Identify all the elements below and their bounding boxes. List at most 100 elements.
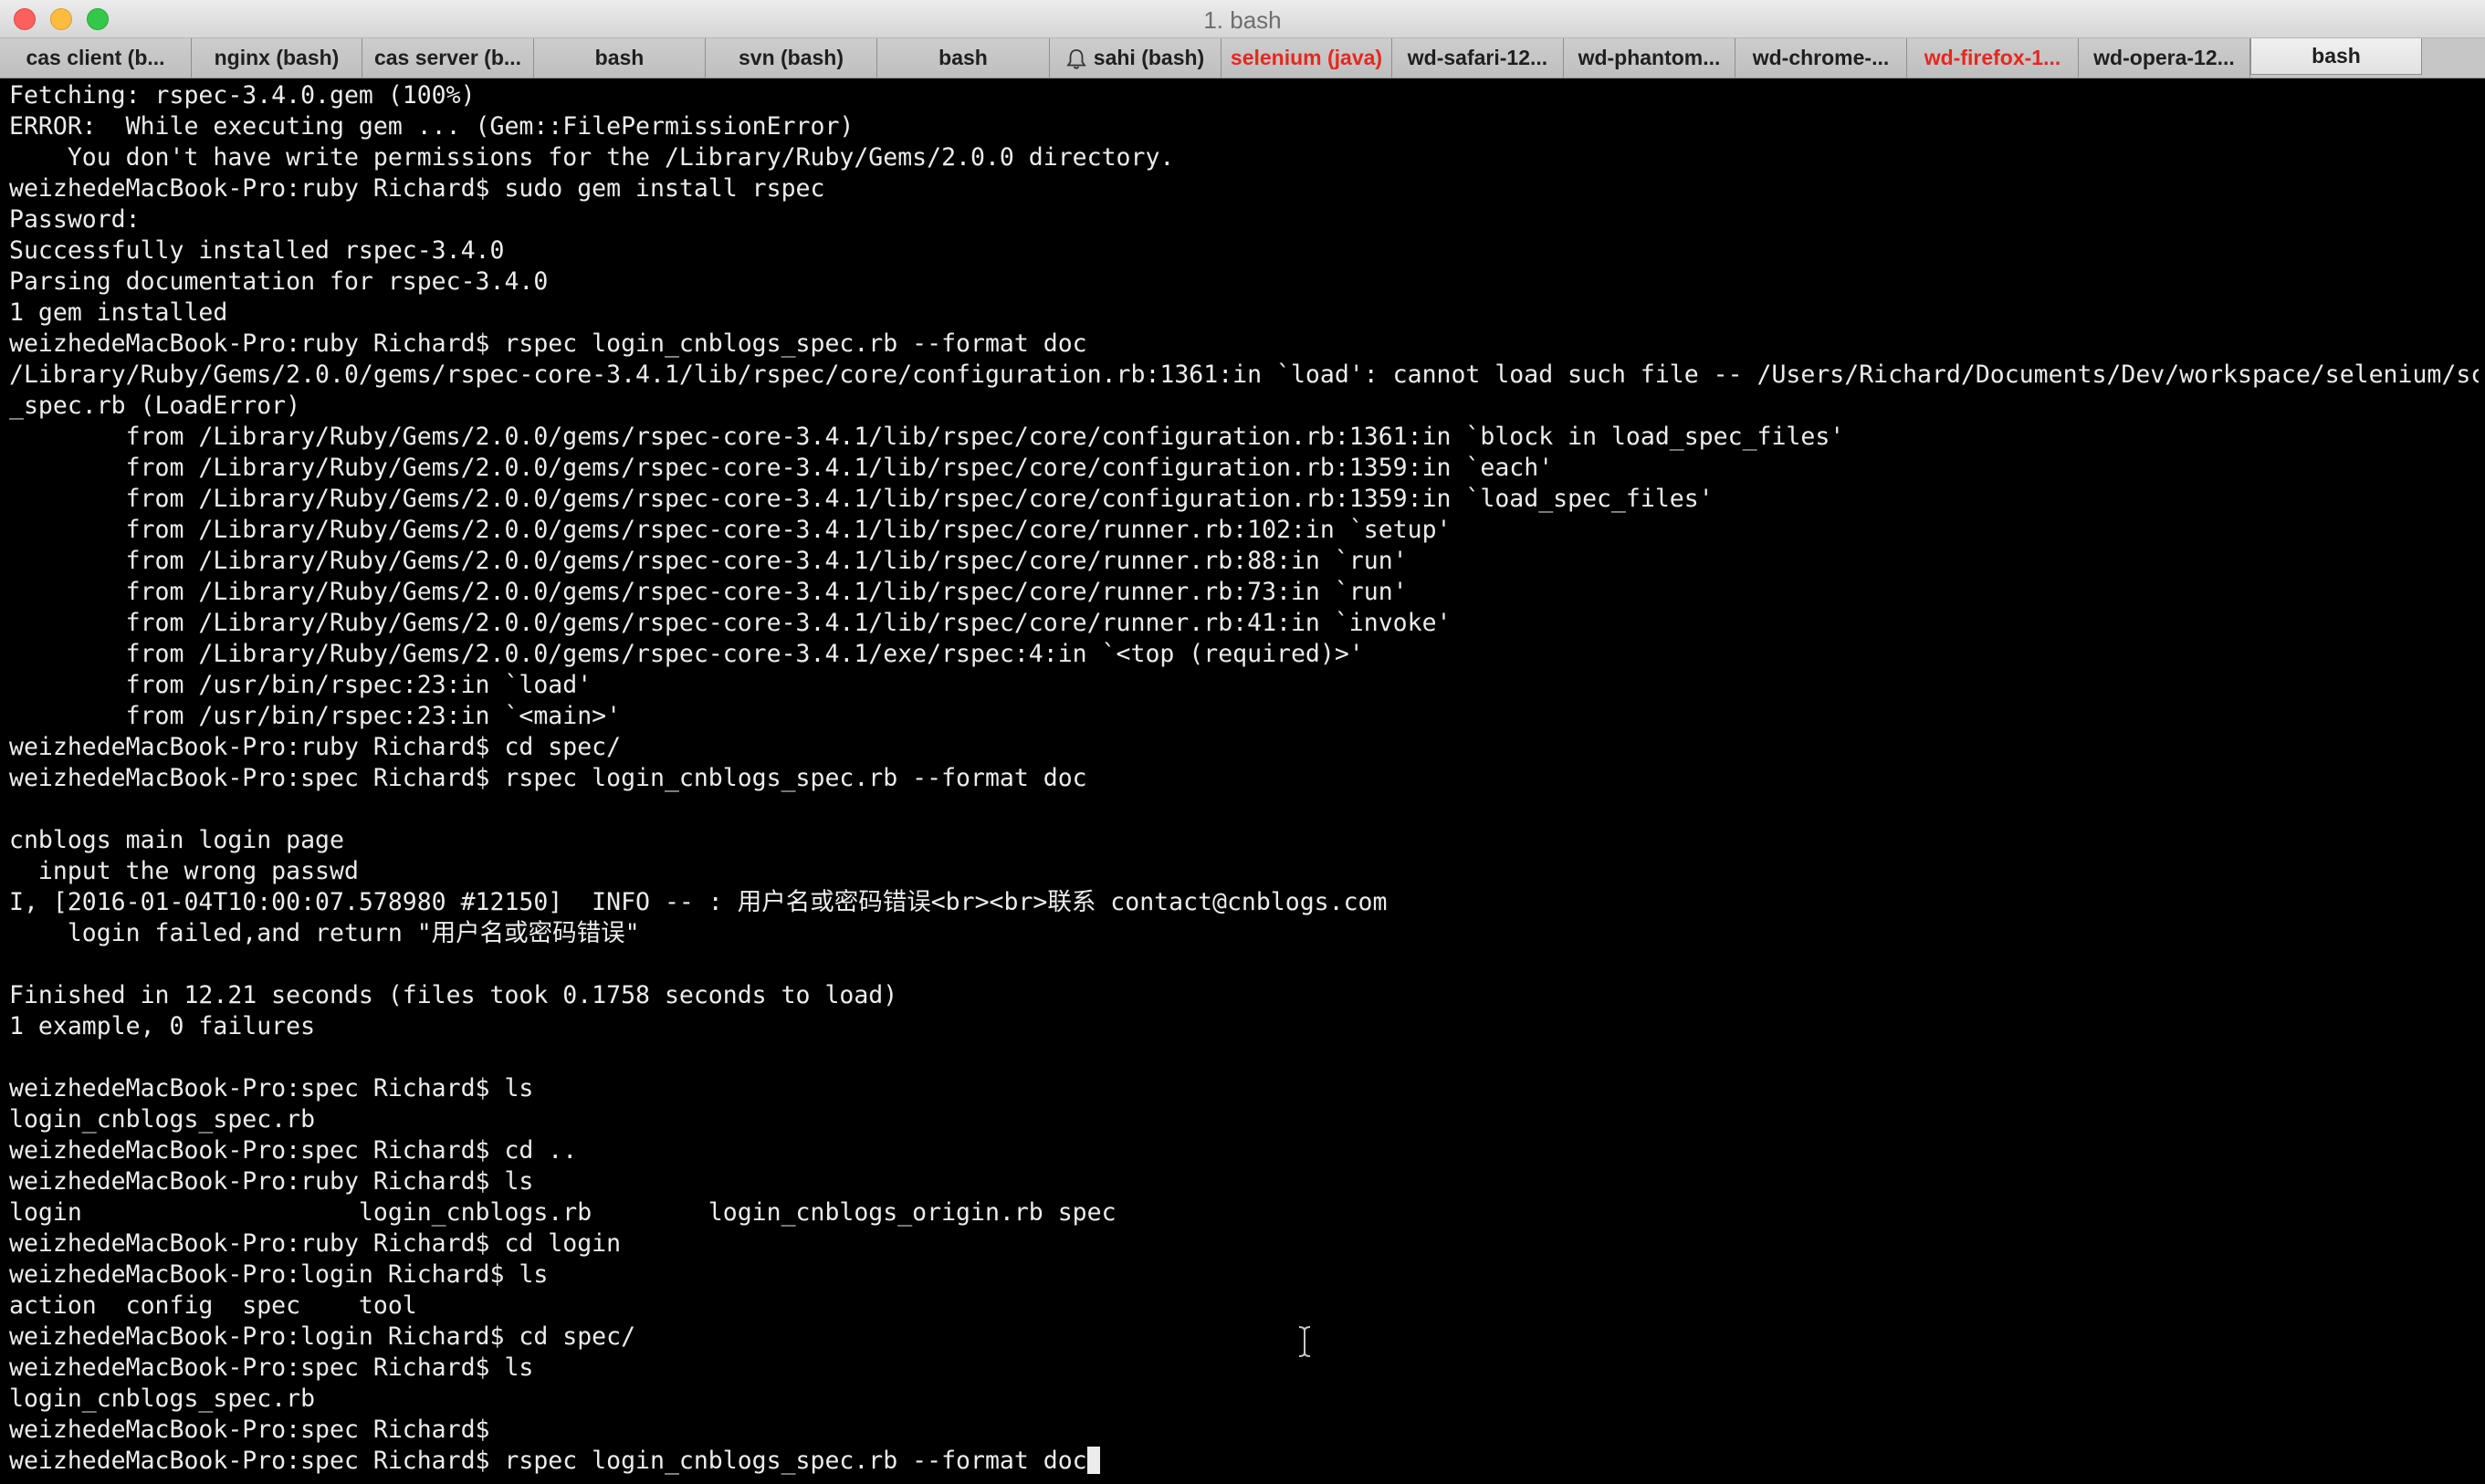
terminal-line-text: _spec.rb (LoadError) [9, 392, 301, 420]
tab-label: wd-chrome-... [1752, 46, 1890, 69]
terminal-line: from /Library/Ruby/Gems/2.0.0/gems/rspec… [9, 484, 2479, 515]
tab-label: wd-firefox-1... [1924, 46, 2061, 69]
terminal-line-text: weizhedeMacBook-Pro:spec Richard$ [9, 1416, 505, 1444]
terminal-line: ERROR: While executing gem ... (Gem::Fil… [9, 111, 2479, 142]
terminal-line: weizhedeMacBook-Pro:ruby Richard$ rspec … [9, 329, 2479, 360]
terminal-line-text: from /Library/Ruby/Gems/2.0.0/gems/rspec… [9, 485, 1714, 513]
tab-bash-2[interactable]: bash [877, 38, 1050, 78]
terminal-line-text: weizhedeMacBook-Pro:spec Richard$ cd .. [9, 1136, 578, 1165]
terminal-line-text: 1 example, 0 failures [9, 1012, 316, 1040]
window-titlebar: 1. bash [0, 0, 2485, 38]
tab-wd-chrome[interactable]: wd-chrome-... [1735, 38, 1907, 78]
terminal-line: login_cnblogs_spec.rb [9, 1104, 2479, 1135]
terminal-line: weizhedeMacBook-Pro:ruby Richard$ sudo g… [9, 173, 2479, 204]
tab-bash-active[interactable]: bash [2250, 38, 2422, 75]
terminal-line-text: I, [2016-01-04T10:00:07.578980 #12150] I… [9, 888, 1388, 916]
tab-label: nginx (bash) [214, 46, 340, 69]
tab-wd-safari[interactable]: wd-safari-12... [1392, 38, 1564, 78]
text-cursor-icon [1298, 1326, 1311, 1357]
terminal-line: You don't have write permissions for the… [9, 142, 2479, 173]
tab-wd-firefox[interactable]: wd-firefox-1... [1907, 38, 2079, 78]
terminal-line-text: weizhedeMacBook-Pro:login Richard$ cd sp… [9, 1322, 636, 1351]
terminal-line: weizhedeMacBook-Pro:login Richard$ cd sp… [9, 1322, 2479, 1353]
terminal-line-text: Successfully installed rspec-3.4.0 [9, 236, 505, 265]
terminal-line: _spec.rb (LoadError) [9, 391, 2479, 422]
terminal-line-text: from /Library/Ruby/Gems/2.0.0/gems/rspec… [9, 609, 1452, 637]
tab-wd-opera[interactable]: wd-opera-12... [2079, 38, 2250, 78]
terminal-line: login_cnblogs_spec.rb [9, 1384, 2479, 1415]
terminal-line: /Library/Ruby/Gems/2.0.0/gems/rspec-core… [9, 360, 2479, 391]
terminal-line: 1 example, 0 failures [9, 1011, 2479, 1042]
terminal-line: login login_cnblogs.rb login_cnblogs_ori… [9, 1197, 2479, 1228]
tab-selenium[interactable]: selenium (java) [1222, 38, 1392, 78]
tab-label: sahi (bash) [1093, 46, 1205, 69]
tab-label: bash [938, 46, 988, 69]
tab-nginx[interactable]: nginx (bash) [192, 38, 362, 78]
tab-wd-phantom[interactable]: wd-phantom... [1564, 38, 1735, 78]
terminal-line-text: weizhedeMacBook-Pro:ruby Richard$ sudo g… [9, 174, 825, 203]
terminal-line-text: weizhedeMacBook-Pro:spec Richard$ ls [9, 1074, 534, 1103]
terminal-line-text: You don't have write permissions for the… [9, 143, 1175, 172]
terminal-line-text: from /Library/Ruby/Gems/2.0.0/gems/rspec… [9, 423, 1845, 451]
terminal-line: weizhedeMacBook-Pro:spec Richard$ cd .. [9, 1135, 2479, 1166]
terminal-line-text: from /Library/Ruby/Gems/2.0.0/gems/rspec… [9, 547, 1408, 575]
terminal-line: weizhedeMacBook-Pro:spec Richard$ ls [9, 1073, 2479, 1104]
terminal-line: from /usr/bin/rspec:23:in `load' [9, 670, 2479, 701]
terminal-line-text: from /Library/Ruby/Gems/2.0.0/gems/rspec… [9, 454, 1554, 482]
window-title: 1. bash [1203, 6, 1282, 34]
terminal-line-text: weizhedeMacBook-Pro:spec Richard$ rspec … [9, 764, 1087, 792]
terminal-line-text: cnblogs main login page [9, 826, 344, 854]
tab-label: bash [594, 46, 645, 69]
terminal-line-text: /Library/Ruby/Gems/2.0.0/gems/rspec-core… [9, 361, 2479, 389]
terminal-block-cursor [1086, 1447, 1100, 1474]
terminal-line-text: from /Library/Ruby/Gems/2.0.0/gems/rspec… [9, 640, 1364, 668]
terminal-line: I, [2016-01-04T10:00:07.578980 #12150] I… [9, 887, 2479, 918]
terminal-line-text: from /usr/bin/rspec:23:in `<main>' [9, 702, 622, 730]
terminal-line: from /Library/Ruby/Gems/2.0.0/gems/rspec… [9, 546, 2479, 577]
terminal-line: from /Library/Ruby/Gems/2.0.0/gems/rspec… [9, 515, 2479, 546]
terminal-line-text: weizhedeMacBook-Pro:spec Richard$ ls [9, 1353, 534, 1382]
terminal-line-text: login login_cnblogs.rb login_cnblogs_ori… [9, 1198, 1117, 1227]
terminal-line: login failed,and return "用户名或密码错误" [9, 918, 2479, 949]
terminal-line-text: weizhedeMacBook-Pro:ruby Richard$ ls [9, 1167, 534, 1196]
tab-bash-1[interactable]: bash [534, 38, 706, 78]
tab-svn[interactable]: svn (bash) [706, 38, 877, 78]
terminal-line-text: ERROR: While executing gem ... (Gem::Fil… [9, 112, 855, 141]
terminal-line-text: from /usr/bin/rspec:23:in `load' [9, 671, 592, 699]
terminal-line: Parsing documentation for rspec-3.4.0 [9, 266, 2479, 298]
terminal-line-text: weizhedeMacBook-Pro:ruby Richard$ cd log… [9, 1229, 622, 1258]
terminal-line: Password: [9, 204, 2479, 235]
terminal-line: from /Library/Ruby/Gems/2.0.0/gems/rspec… [9, 639, 2479, 670]
tab-label: svn (bash) [738, 46, 844, 69]
terminal-line: weizhedeMacBook-Pro:spec Richard$ ls [9, 1353, 2479, 1384]
terminal-line: from /Library/Ruby/Gems/2.0.0/gems/rspec… [9, 577, 2479, 608]
terminal-line: cnblogs main login page [9, 825, 2479, 856]
tab-label: wd-phantom... [1578, 46, 1721, 69]
tab-cas-client[interactable]: cas client (b... [0, 38, 192, 78]
tab-bar: cas client (b... nginx (bash) cas server… [0, 38, 2485, 78]
terminal-line-text: from /Library/Ruby/Gems/2.0.0/gems/rspec… [9, 578, 1408, 606]
terminal-line: weizhedeMacBook-Pro:ruby Richard$ cd log… [9, 1228, 2479, 1259]
terminal-line: from /usr/bin/rspec:23:in `<main>' [9, 701, 2479, 732]
terminal-line-text: Parsing documentation for rspec-3.4.0 [9, 267, 549, 296]
terminal-line: Fetching: rspec-3.4.0.gem (100%) [9, 80, 2479, 111]
terminal-line-text: weizhedeMacBook-Pro:login Richard$ ls [9, 1260, 549, 1289]
terminal-line-text: weizhedeMacBook-Pro:spec Richard$ rspec … [9, 1447, 1087, 1475]
terminal-line: from /Library/Ruby/Gems/2.0.0/gems/rspec… [9, 608, 2479, 639]
tab-label: wd-opera-12... [2093, 46, 2235, 69]
tab-cas-server[interactable]: cas server (b... [362, 38, 534, 78]
tab-sahi[interactable]: sahi (bash) [1050, 38, 1222, 78]
terminal-line-text: input the wrong passwd [9, 857, 359, 885]
terminal-line: 1 gem installed [9, 298, 2479, 329]
terminal-line-text: Fetching: rspec-3.4.0.gem (100%) [9, 81, 476, 110]
tab-label: cas server (b... [373, 46, 522, 69]
terminal-output[interactable]: Fetching: rspec-3.4.0.gem (100%) ERROR: W… [9, 80, 2479, 1482]
terminal-line: weizhedeMacBook-Pro:spec Richard$ rspec … [9, 763, 2479, 794]
terminal-line: input the wrong passwd [9, 856, 2479, 887]
tab-label: cas client (b... [26, 46, 165, 69]
terminal-line: action config spec tool [9, 1291, 2479, 1322]
tab-label: selenium (java) [1230, 46, 1383, 69]
terminal-line-text: login_cnblogs_spec.rb [9, 1105, 316, 1134]
